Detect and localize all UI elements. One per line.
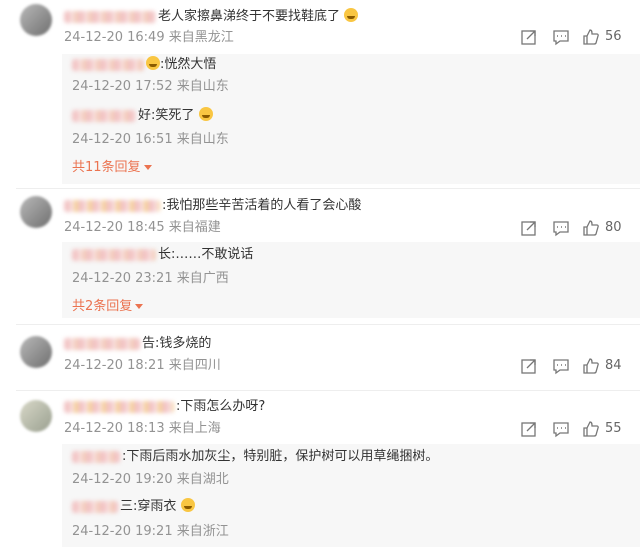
reply-meta: 24-12-20 19:21 来自浙江 xyxy=(72,523,229,541)
comment-body: :我怕那些辛苦活着的人看了会心酸 xyxy=(64,197,361,215)
more-replies-label: 共2条回复 xyxy=(72,299,133,314)
comment-meta: 24-12-20 18:21 来自四川 xyxy=(64,357,221,375)
chevron-down-icon xyxy=(143,165,152,170)
avatar[interactable] xyxy=(20,400,52,432)
comment-icon[interactable] xyxy=(552,420,570,438)
username[interactable] xyxy=(72,109,136,122)
chevron-down-icon xyxy=(135,304,144,309)
like-count: 80 xyxy=(605,220,622,235)
username[interactable] xyxy=(72,58,144,71)
timestamp: 24-12-20 18:45 xyxy=(64,220,165,235)
emoji-icon xyxy=(344,8,359,22)
like-count: 55 xyxy=(605,421,622,436)
comment-actions: 84 xyxy=(518,357,628,377)
reply-meta: 24-12-20 16:51 来自山东 xyxy=(72,131,229,149)
more-replies-link[interactable]: 共2条回复 xyxy=(72,298,144,316)
location: 来自黑龙江 xyxy=(168,30,234,45)
comment-text: :下雨怎么办呀? xyxy=(176,399,266,414)
location: 来自山东 xyxy=(176,132,229,147)
divider xyxy=(16,188,640,189)
avatar[interactable] xyxy=(20,196,52,228)
emoji-icon xyxy=(198,107,213,121)
share-icon[interactable] xyxy=(520,219,538,237)
thumbs-up-icon[interactable] xyxy=(582,420,600,438)
thumbs-up-icon[interactable] xyxy=(582,28,600,46)
comment-text: 老人家擦鼻涕终于不要找鞋底了 xyxy=(158,9,341,24)
thumbs-up-icon[interactable] xyxy=(582,357,600,375)
location: 来自上海 xyxy=(168,421,221,436)
comment-actions: 80 xyxy=(518,219,628,239)
timestamp: 24-12-20 18:21 xyxy=(64,358,165,373)
location: 来自山东 xyxy=(176,79,229,94)
reply-item: 好:笑死了 xyxy=(72,107,213,125)
avatar[interactable] xyxy=(20,336,52,368)
share-icon[interactable] xyxy=(520,357,538,375)
timestamp: 24-12-20 18:13 xyxy=(64,421,165,436)
timestamp: 24-12-20 17:52 xyxy=(72,79,173,94)
reply-list: 长:……不敢说话 24-12-20 23:21 来自广西 共2条回复 xyxy=(62,242,640,318)
reply-meta: 24-12-20 19:20 来自湖北 xyxy=(72,471,229,489)
comment-icon[interactable] xyxy=(552,219,570,237)
comment-text: :我怕那些辛苦活着的人看了会心酸 xyxy=(162,198,362,213)
location: 来自四川 xyxy=(168,358,221,373)
reply-meta: 24-12-20 23:21 来自广西 xyxy=(72,270,229,288)
reply-item: 三:穿雨衣 xyxy=(72,498,195,516)
comment-meta: 24-12-20 18:13 来自上海 xyxy=(64,420,221,438)
like-count: 56 xyxy=(605,29,622,44)
location: 来自福建 xyxy=(168,220,221,235)
timestamp: 24-12-20 19:21 xyxy=(72,524,173,539)
reply-item: :下雨后雨水加灰尘，特别脏，保护树可以用草绳捆树。 xyxy=(72,448,438,466)
username[interactable] xyxy=(72,248,156,261)
reply-text: :下雨后雨水加灰尘，特别脏，保护树可以用草绳捆树。 xyxy=(122,449,439,464)
emoji-icon xyxy=(146,56,160,70)
location: 来自湖北 xyxy=(176,472,229,487)
reply-text: :恍然大悟 xyxy=(160,57,217,72)
reply-meta: 24-12-20 17:52 来自山东 xyxy=(72,78,229,96)
username[interactable] xyxy=(64,337,140,350)
timestamp: 24-12-20 16:49 xyxy=(64,30,165,45)
reply-text: 长:……不敢说话 xyxy=(158,247,254,262)
more-replies-label: 共11条回复 xyxy=(72,160,141,175)
username[interactable] xyxy=(72,500,118,513)
location: 来自浙江 xyxy=(176,524,229,539)
username[interactable] xyxy=(64,10,156,23)
comment-item: :下雨怎么办呀? 24-12-20 18:13 来自上海 55 :下雨后雨水加灰… xyxy=(0,392,640,547)
divider xyxy=(16,324,640,325)
divider xyxy=(16,390,640,391)
comment-actions: 55 xyxy=(518,420,628,440)
comment-icon[interactable] xyxy=(552,357,570,375)
avatar[interactable] xyxy=(20,4,52,36)
share-icon[interactable] xyxy=(520,28,538,46)
comment-body: 告:钱多烧的 xyxy=(64,335,211,353)
comment-meta: 24-12-20 16:49 来自黑龙江 xyxy=(64,29,234,47)
like-count: 84 xyxy=(605,358,622,373)
emoji-icon xyxy=(180,498,195,512)
share-icon[interactable] xyxy=(520,420,538,438)
location: 来自广西 xyxy=(176,271,229,286)
comment-item: 老人家擦鼻涕终于不要找鞋底了 24-12-20 16:49 来自黑龙江 56 :… xyxy=(0,0,640,190)
username[interactable] xyxy=(64,199,160,212)
comment-actions: 56 xyxy=(518,28,628,48)
reply-list: :下雨后雨水加灰尘，特别脏，保护树可以用草绳捆树。 24-12-20 19:20… xyxy=(62,444,640,547)
reply-item: :恍然大悟 xyxy=(72,56,216,74)
reply-text: 三:穿雨衣 xyxy=(120,499,177,514)
username[interactable] xyxy=(64,400,174,413)
comment-body: 老人家擦鼻涕终于不要找鞋底了 xyxy=(64,8,359,26)
timestamp: 24-12-20 23:21 xyxy=(72,271,173,286)
comment-meta: 24-12-20 18:45 来自福建 xyxy=(64,219,221,237)
reply-text: 好:笑死了 xyxy=(138,108,195,123)
comment-body: :下雨怎么办呀? xyxy=(64,398,265,416)
comment-icon[interactable] xyxy=(552,28,570,46)
thumbs-up-icon[interactable] xyxy=(582,219,600,237)
username[interactable] xyxy=(72,450,120,463)
reply-item: 长:……不敢说话 xyxy=(72,246,253,264)
comment-item: :我怕那些辛苦活着的人看了会心酸 24-12-20 18:45 来自福建 80 … xyxy=(0,190,640,320)
comment-item: 告:钱多烧的 24-12-20 18:21 来自四川 84 xyxy=(0,326,640,386)
timestamp: 24-12-20 16:51 xyxy=(72,132,173,147)
reply-list: :恍然大悟 24-12-20 17:52 来自山东 好:笑死了 24-12-20… xyxy=(62,54,640,184)
comment-text: 告:钱多烧的 xyxy=(142,336,212,351)
more-replies-link[interactable]: 共11条回复 xyxy=(72,159,152,177)
timestamp: 24-12-20 19:20 xyxy=(72,472,173,487)
